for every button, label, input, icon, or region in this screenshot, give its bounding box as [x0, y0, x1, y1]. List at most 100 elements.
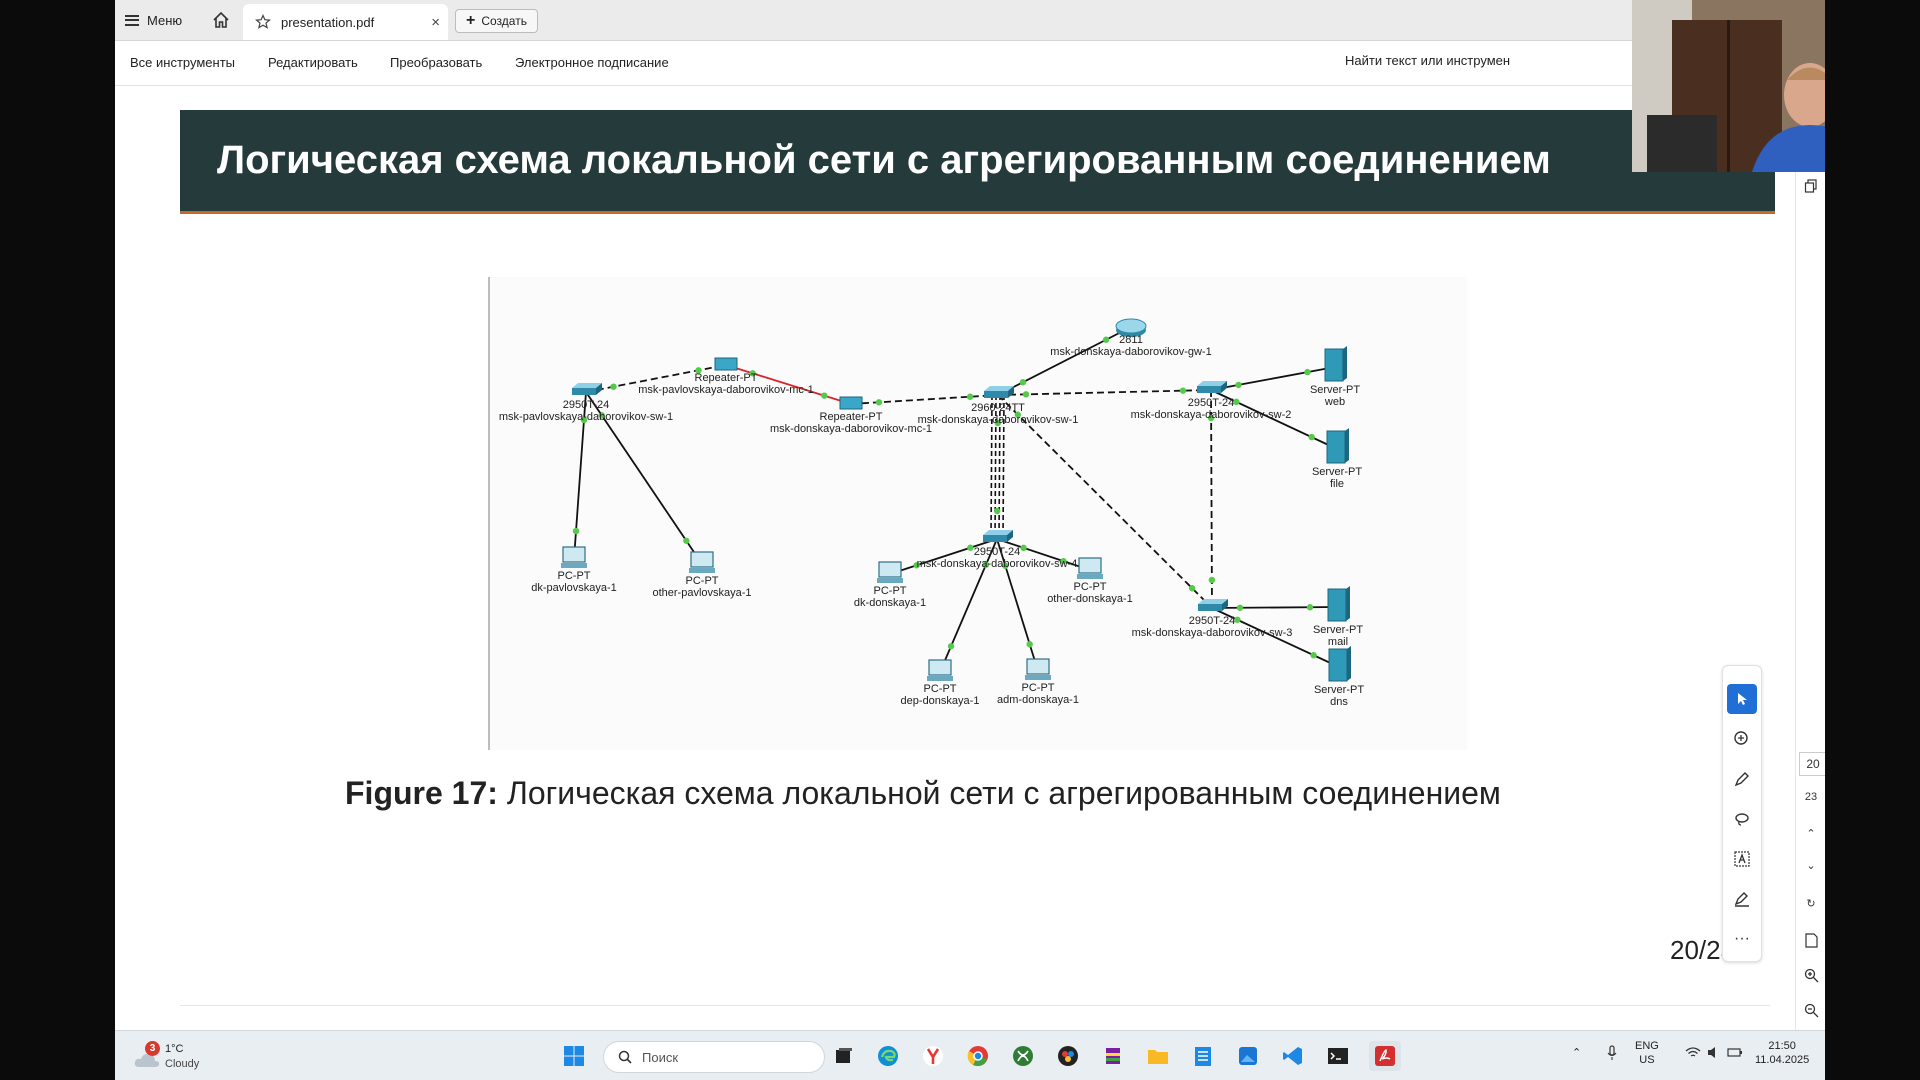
srv_file-server-side	[1345, 428, 1349, 463]
menu-all-tools[interactable]: Все инструменты	[130, 55, 235, 70]
winrar-icon[interactable]	[1100, 1043, 1126, 1069]
webcam-overlay	[1632, 0, 1825, 172]
srv_file-model-label: Server-PT	[1312, 466, 1362, 478]
notepad-icon[interactable]	[1190, 1043, 1216, 1069]
star-icon[interactable]	[255, 14, 271, 30]
menu-button[interactable]: Меню	[125, 9, 182, 31]
find-text-input[interactable]: Найти текст или инструмен	[1345, 53, 1510, 68]
rep_pav-name-label: msk-pavlovskaya-daborovikov-mc-1	[638, 384, 813, 396]
windows-taskbar: 3 1°C Cloudy Поиск ⌃ ENG US 21:50 11.04.…	[115, 1030, 1825, 1080]
sw_don1-switch-icon	[984, 391, 1008, 398]
tools-menu-bar: Все инструменты Редактировать Преобразов…	[115, 41, 1825, 86]
rotate-icon[interactable]: ↻	[1801, 893, 1821, 913]
menu-e-sign[interactable]: Электронное подписание	[515, 55, 669, 70]
rep_pav-model-label: Repeater-PT	[695, 372, 758, 384]
r_gw-router-icon	[1115, 318, 1147, 334]
srv_dns-server-side	[1347, 646, 1351, 681]
close-tab-icon[interactable]: ×	[431, 14, 440, 31]
link-sw_don1-sw_don4-port-1	[993, 507, 1001, 515]
microphone-icon[interactable]	[1607, 1045, 1617, 1065]
battery-icon[interactable]	[1727, 1046, 1743, 1063]
photos-icon[interactable]	[1235, 1043, 1261, 1069]
comment-icon	[1734, 731, 1748, 745]
srv_file-server-icon	[1326, 430, 1346, 464]
pc_depdon-pc-base	[927, 676, 953, 681]
network-diagram-svg: 2811msk-donskaya-daborovikov-gw-1 2950T-2…	[499, 318, 1364, 708]
sw_don2-switch-icon	[1197, 386, 1221, 393]
more-tools-icon[interactable]: ···	[1727, 924, 1757, 954]
pc_dkpav-name-label: dk-pavlovskaya-1	[531, 582, 617, 594]
current-page-box[interactable]: 20	[1799, 752, 1825, 776]
task-view-icon[interactable]	[831, 1043, 857, 1069]
tab-presentation-pdf[interactable]: presentation.pdf ×	[243, 4, 448, 40]
menu-convert[interactable]: Преобразовать	[390, 55, 482, 70]
highlight-tool[interactable]	[1727, 764, 1757, 794]
link-sw_don3-srv_mail	[1211, 606, 1339, 609]
link-rep_don-sw_don1-port-0	[875, 399, 883, 406]
pc_othpav-pc-screen	[690, 551, 714, 568]
sw_don3-name-label: msk-donskaya-daborovikov-sw-3	[1132, 627, 1293, 639]
pc_dkpav-model-label: PC-PT	[558, 570, 591, 582]
page-up-icon[interactable]: ⌃	[1801, 823, 1821, 843]
text-tool[interactable]	[1727, 844, 1757, 874]
clock-date: 11.04.2025	[1755, 1054, 1810, 1066]
total-pages: 23	[1804, 791, 1818, 803]
menu-edit[interactable]: Редактировать	[268, 55, 358, 70]
davinci-icon[interactable]	[1055, 1043, 1081, 1069]
sw_don2-model-label: 2950T-24	[1188, 397, 1234, 409]
figure-caption: Figure 17: Логическая схема локальной се…	[345, 775, 1545, 812]
pc_admdon-pc-base	[1025, 675, 1051, 680]
pc_dkdon-pc-screen	[878, 561, 902, 578]
comment-tool[interactable]	[1727, 724, 1757, 754]
sw_don3-switch-icon	[1198, 604, 1222, 611]
weather-temp: 1°C	[165, 1043, 184, 1055]
zoom-out-icon[interactable]	[1801, 1000, 1821, 1020]
xbox-icon[interactable]	[1010, 1043, 1036, 1069]
file-explorer-icon[interactable]	[1145, 1043, 1171, 1069]
srv_web-server-icon	[1324, 348, 1344, 382]
pen-icon	[1734, 772, 1749, 787]
zoom-in-icon[interactable]	[1801, 965, 1821, 985]
weather-condition: Cloudy	[165, 1058, 200, 1070]
weather-widget[interactable]: 3 1°C Cloudy	[133, 1041, 253, 1073]
rep_don-name-label: msk-donskaya-daborovikov-mc-1	[770, 423, 932, 435]
create-button[interactable]: + Создать	[455, 9, 538, 33]
chrome-icon[interactable]	[965, 1043, 991, 1069]
search-placeholder: Поиск	[642, 1049, 679, 1065]
webcam-video	[1632, 0, 1825, 172]
volume-icon[interactable]	[1707, 1046, 1721, 1063]
sw_don3-model-label: 2950T-24	[1189, 615, 1235, 627]
page-down-icon[interactable]: ⌄	[1801, 855, 1821, 875]
network-diagram: 2811 msk-donskaya-daborovikov-gw-1 2950T-2…	[488, 277, 1467, 750]
draw-tool[interactable]	[1727, 804, 1757, 834]
vscode-icon[interactable]	[1280, 1043, 1306, 1069]
link-sw_don4-pc_othdon-port-0	[1020, 544, 1027, 552]
home-icon[interactable]	[211, 10, 231, 30]
plus-icon: +	[466, 12, 476, 29]
taskbar-search[interactable]: Поиск	[603, 1041, 825, 1073]
clock[interactable]: 21:50 11.04.2025	[1755, 1039, 1809, 1067]
left-black-border	[0, 0, 115, 1080]
pc_othpav-pc-base	[689, 568, 715, 573]
windows-start-icon[interactable]	[561, 1043, 587, 1069]
page-view-icon[interactable]	[1801, 930, 1821, 950]
pc_admdon-name-label: adm-donskaya-1	[997, 694, 1079, 706]
sign-tool[interactable]	[1727, 884, 1757, 914]
acrobat-icon[interactable]	[1369, 1041, 1401, 1071]
link-rep_pav-rep_don-port-1	[821, 392, 828, 399]
link-sw_don4-pc_dkdon-port-0	[967, 544, 974, 551]
rep_pav-repeater-icon	[714, 357, 738, 371]
edge-icon[interactable]	[875, 1043, 901, 1069]
select-tool[interactable]	[1727, 684, 1757, 714]
srv_web-server-side	[1343, 346, 1347, 381]
yandex-browser-icon[interactable]	[920, 1043, 946, 1069]
pc_admdon-model-label: PC-PT	[1022, 682, 1055, 694]
language-indicator[interactable]: ENG US	[1635, 1039, 1659, 1067]
tray-chevron-icon[interactable]: ⌃	[1572, 1046, 1581, 1060]
acrobat-window: Меню presentation.pdf × + Создать Все ин…	[115, 0, 1825, 1080]
terminal-icon[interactable]	[1325, 1043, 1351, 1069]
text-box-icon	[1734, 851, 1750, 867]
wifi-icon[interactable]	[1685, 1046, 1701, 1063]
copy-icon[interactable]	[1801, 176, 1821, 196]
srv_dns-server-icon	[1328, 648, 1348, 682]
